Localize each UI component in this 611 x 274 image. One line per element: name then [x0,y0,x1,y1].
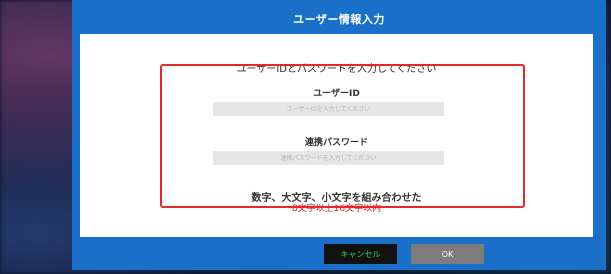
user-id-label: ユーザーID [313,89,360,99]
dialog-panel: ユーザーIDとパスワードを入力してください ユーザーID 連携パスワード 数字、… [80,34,593,237]
cancel-button[interactable]: キャンセル [324,244,397,264]
user-info-dialog: ユーザー情報入力 ユーザーIDとパスワードを入力してください ユーザーID 連携… [72,0,606,270]
password-input[interactable] [213,151,444,165]
instruction-text: ユーザーIDとパスワードを入力してください [236,64,437,75]
password-label: 連携パスワード [304,138,368,148]
ok-button[interactable]: OK [411,244,484,264]
user-id-input[interactable] [213,102,444,116]
dialog-title: ユーザー情報入力 [293,13,385,26]
password-length-rule: 8文字以上16文字以内 [291,204,382,214]
